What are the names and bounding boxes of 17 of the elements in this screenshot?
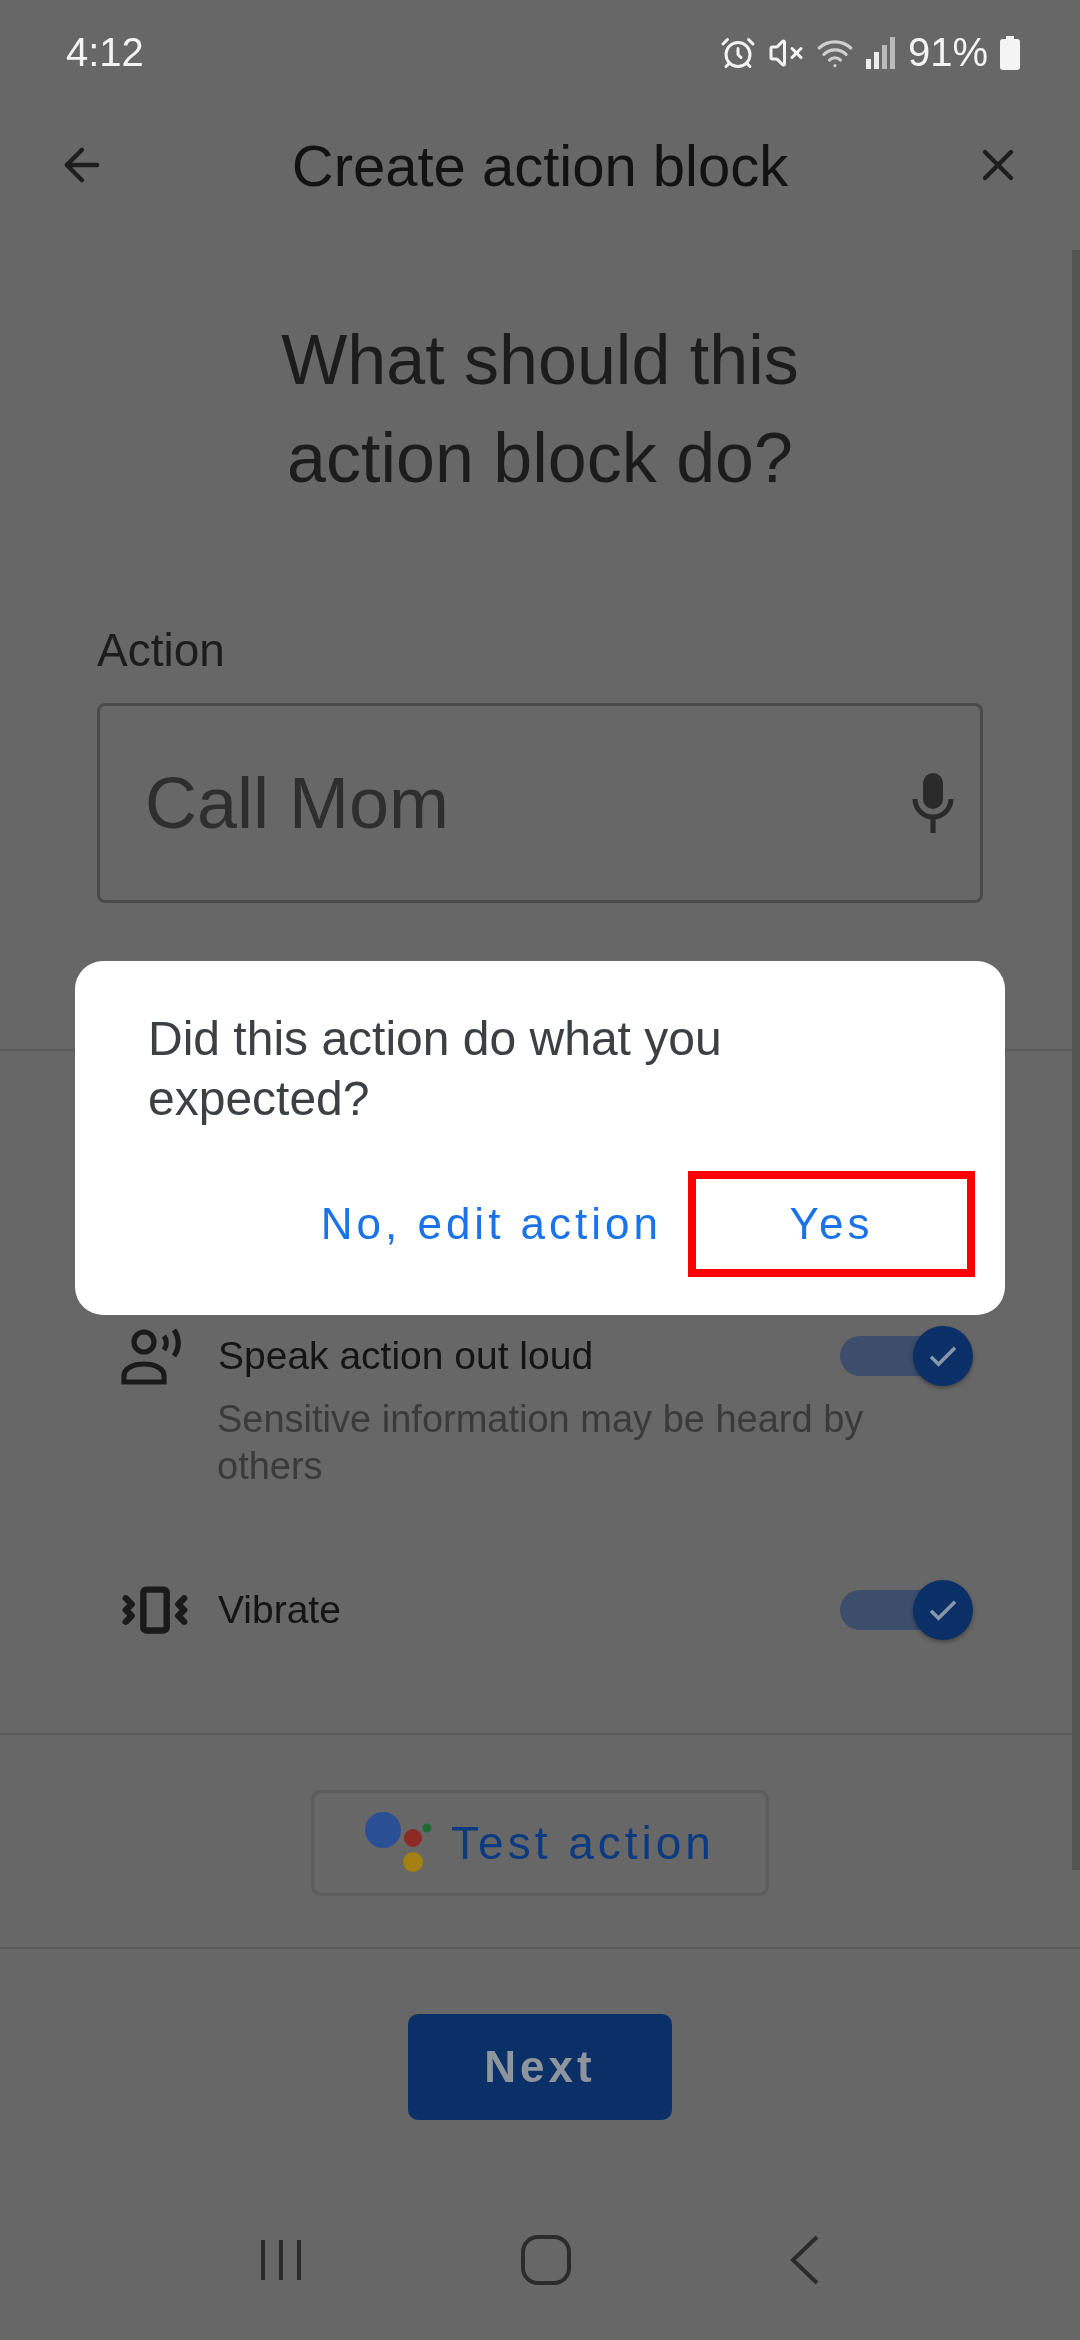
- dialog-message: Did this action do what you expected?: [148, 1011, 723, 1127]
- option-label: Vibrate: [218, 1588, 342, 1632]
- page-heading: What should this action block do?: [280, 320, 800, 499]
- dialog-button[interactable]: Yes: [688, 1171, 975, 1277]
- signal-icon: [865, 36, 896, 69]
- toggle-switch[interactable]: [840, 1578, 975, 1642]
- screen-title: Create action block: [290, 131, 790, 199]
- field-label: Action: [97, 623, 226, 678]
- status-time: 4:12: [66, 30, 144, 75]
- option-label: Speak action out loud: [218, 1334, 595, 1378]
- battery-percentage: 91%: [907, 30, 988, 75]
- assistant-logo-icon: [365, 1812, 434, 1874]
- toggle-switch[interactable]: [840, 1324, 975, 1388]
- next-button[interactable]: Next: [408, 2014, 672, 2120]
- microphone-icon[interactable]: [911, 771, 955, 835]
- action-field[interactable]: Call Mom: [97, 703, 983, 903]
- battery-icon: [1000, 35, 1020, 70]
